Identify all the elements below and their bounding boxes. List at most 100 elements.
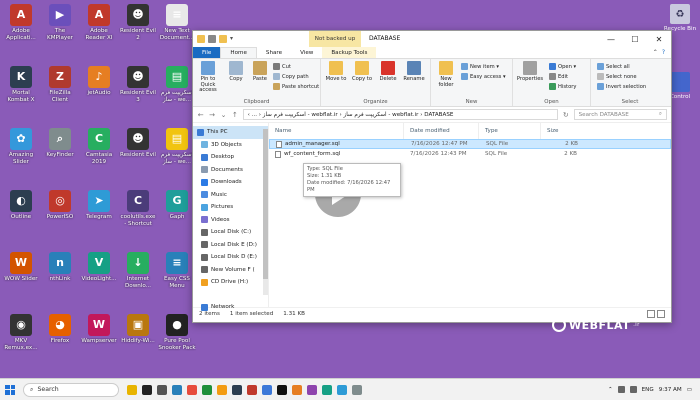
taskbar-app-icon[interactable] bbox=[322, 384, 332, 395]
tab-home[interactable]: Home bbox=[220, 47, 257, 58]
new-folder-icon[interactable] bbox=[219, 35, 227, 43]
volume-icon[interactable] bbox=[629, 386, 637, 393]
paste-shortcut-button[interactable]: Paste shortcut bbox=[273, 82, 319, 91]
nav-item[interactable]: Desktop bbox=[193, 151, 268, 164]
desktop-shortcut[interactable]: ◐ Outline bbox=[2, 190, 40, 221]
nav-item[interactable]: Documents bbox=[193, 164, 268, 177]
nav-item[interactable]: Local Disk E (D:) bbox=[193, 239, 268, 252]
cut-button[interactable]: Cut bbox=[273, 62, 291, 71]
recent-locations-icon[interactable]: ⌄ bbox=[220, 111, 227, 119]
taskbar-app-icon[interactable] bbox=[232, 384, 242, 395]
nav-item[interactable]: Local Disk D (E:) bbox=[193, 251, 268, 264]
notification-icon[interactable]: ▭ bbox=[687, 387, 692, 393]
taskbar-app-icon[interactable] bbox=[217, 384, 227, 395]
file-row[interactable]: wf_content_form.sql 7/16/2026 12:43 PM SQL… bbox=[269, 149, 671, 159]
details-view-icon[interactable] bbox=[647, 309, 655, 318]
taskbar-app-icon[interactable] bbox=[127, 384, 137, 395]
desktop-shortcut[interactable]: A Adobe Reader XI bbox=[80, 4, 118, 41]
desktop-shortcut[interactable]: ➤ Telegram bbox=[80, 190, 118, 221]
tab-backup-tools[interactable]: Backup Tools bbox=[322, 47, 377, 58]
taskbar-app-icon[interactable] bbox=[292, 384, 302, 395]
refresh-icon[interactable]: ↻ bbox=[562, 111, 569, 119]
minimize-button[interactable]: — bbox=[599, 31, 623, 47]
taskbar-app-icon[interactable] bbox=[262, 384, 272, 395]
column-name[interactable]: Name bbox=[269, 123, 404, 139]
delete-button[interactable]: Delete bbox=[375, 61, 401, 83]
easy-access-button[interactable]: Easy access ▾ bbox=[461, 72, 506, 81]
taskbar-app-icon[interactable] bbox=[157, 384, 167, 395]
tray-chevron-icon[interactable]: ⌃ bbox=[608, 387, 613, 393]
nav-item[interactable]: This PC bbox=[193, 126, 268, 139]
copy-path-button[interactable]: Copy path bbox=[273, 72, 309, 81]
copy-button[interactable]: Copy bbox=[223, 61, 249, 83]
pin-quick-access-button[interactable]: Pin to Quick access bbox=[195, 61, 221, 94]
desktop-shortcut[interactable]: ◕ Firefox bbox=[41, 314, 79, 345]
taskbar-app-icon[interactable] bbox=[352, 384, 362, 395]
properties-icon[interactable] bbox=[208, 35, 216, 43]
invert-selection-button[interactable]: Invert selection bbox=[597, 82, 646, 91]
select-none-button[interactable]: Select none bbox=[597, 72, 637, 81]
taskbar-app-icon[interactable] bbox=[172, 384, 182, 395]
desktop-shortcut[interactable]: ☻ Resident Evil 2 bbox=[119, 4, 157, 41]
desktop-shortcut[interactable]: Z FileZilla Client bbox=[41, 66, 79, 103]
up-arrow-icon[interactable]: ↑ bbox=[231, 111, 238, 119]
desktop-shortcut[interactable]: ⌕ KeyFinder bbox=[41, 128, 79, 159]
forward-arrow-icon[interactable]: → bbox=[208, 111, 215, 119]
new-item-button[interactable]: New item ▾ bbox=[461, 62, 499, 71]
desktop-shortcut[interactable]: C Camtasia 2019 bbox=[80, 128, 118, 165]
desktop-shortcut[interactable]: ▶ The KMPlayer bbox=[41, 4, 79, 41]
clock[interactable]: 9:37 AM bbox=[659, 387, 682, 393]
desktop-shortcut[interactable]: ◎ PowerISO bbox=[41, 190, 79, 221]
desktop-shortcut[interactable]: V VideoLight... bbox=[80, 252, 118, 283]
network-icon[interactable] bbox=[617, 386, 625, 393]
taskbar-app-icon[interactable] bbox=[337, 384, 347, 395]
taskbar-app-icon[interactable] bbox=[202, 384, 212, 395]
desktop-shortcut[interactable]: ☻ Resident Evil 3 bbox=[119, 66, 157, 103]
nav-item[interactable]: Network bbox=[193, 301, 268, 314]
desktop-shortcut[interactable]: ≡ Easy CSS Menu bbox=[158, 252, 196, 289]
tab-file[interactable]: File bbox=[193, 47, 221, 58]
nav-item[interactable]: Videos bbox=[193, 214, 268, 227]
desktop-shortcut[interactable]: ♪ jetAudio bbox=[80, 66, 118, 97]
desktop-shortcut[interactable]: A Adobe Applicati... bbox=[2, 4, 40, 41]
taskbar-app-icon[interactable] bbox=[247, 384, 257, 395]
tab-view[interactable]: View bbox=[291, 47, 322, 58]
nav-item[interactable]: Pictures bbox=[193, 201, 268, 214]
desktop-shortcut[interactable]: ≡ New Text Document... bbox=[158, 4, 196, 41]
taskbar-app-icon[interactable] bbox=[142, 384, 152, 395]
desktop-shortcut[interactable]: Ccoolutils.exe - Shortcut bbox=[119, 190, 157, 227]
collapse-ribbon-icon[interactable]: ⌃ bbox=[653, 49, 658, 56]
rename-button[interactable]: Rename bbox=[401, 61, 427, 83]
column-type[interactable]: Type bbox=[479, 123, 541, 139]
desktop-shortcut[interactable]: G Gaph bbox=[158, 190, 196, 221]
recycle-bin[interactable]: ♻ Recycle Bin bbox=[660, 4, 700, 32]
file-row[interactable]: admin_manager.sql 7/16/2026 12:47 PM SQL F… bbox=[269, 139, 671, 149]
select-all-button[interactable]: Select all bbox=[597, 62, 630, 71]
search-box[interactable]: Search DATABASE ⌕ bbox=[573, 109, 667, 120]
back-arrow-icon[interactable]: ← bbox=[197, 111, 204, 119]
column-size[interactable]: Size bbox=[541, 123, 581, 139]
desktop-shortcut[interactable]: ✿ Amazing Slider bbox=[2, 128, 40, 165]
help-icon[interactable]: ? bbox=[662, 49, 665, 56]
nav-item[interactable]: Local Disk (C:) bbox=[193, 226, 268, 239]
nav-item[interactable]: New Volume F ( bbox=[193, 264, 268, 277]
nav-item[interactable]: Downloads bbox=[193, 176, 268, 189]
column-date-modified[interactable]: Date modified bbox=[404, 123, 479, 139]
desktop-shortcut[interactable]: ☻ Resident Evil bbox=[119, 128, 157, 159]
close-button[interactable]: ✕ bbox=[647, 31, 671, 47]
taskbar-app-icon[interactable] bbox=[307, 384, 317, 395]
nav-item[interactable]: Music bbox=[193, 189, 268, 202]
language-indicator[interactable]: ENG bbox=[642, 387, 654, 393]
address-bar[interactable]: ‹ ... › اسکریپت فرم ساز - webflat.ir › ا… bbox=[242, 109, 559, 120]
large-icons-view-icon[interactable] bbox=[657, 309, 665, 318]
desktop-shortcut[interactable]: ▤ اسکریپت فرم ساز - we... bbox=[158, 128, 196, 165]
nav-item[interactable]: 3D Objects bbox=[193, 139, 268, 152]
move-to-button[interactable]: Move to bbox=[323, 61, 349, 83]
tab-share[interactable]: Share bbox=[257, 47, 291, 58]
history-button[interactable]: History bbox=[549, 82, 576, 91]
desktop-shortcut[interactable]: ▣ Hiddify-Wi... bbox=[119, 314, 157, 345]
edit-button[interactable]: Edit bbox=[549, 72, 568, 81]
desktop-shortcut[interactable]: ↓ Internet Downlo... bbox=[119, 252, 157, 289]
taskbar-search[interactable]: ⌕ Search bbox=[23, 382, 119, 397]
taskbar-app-icon[interactable] bbox=[187, 384, 197, 395]
